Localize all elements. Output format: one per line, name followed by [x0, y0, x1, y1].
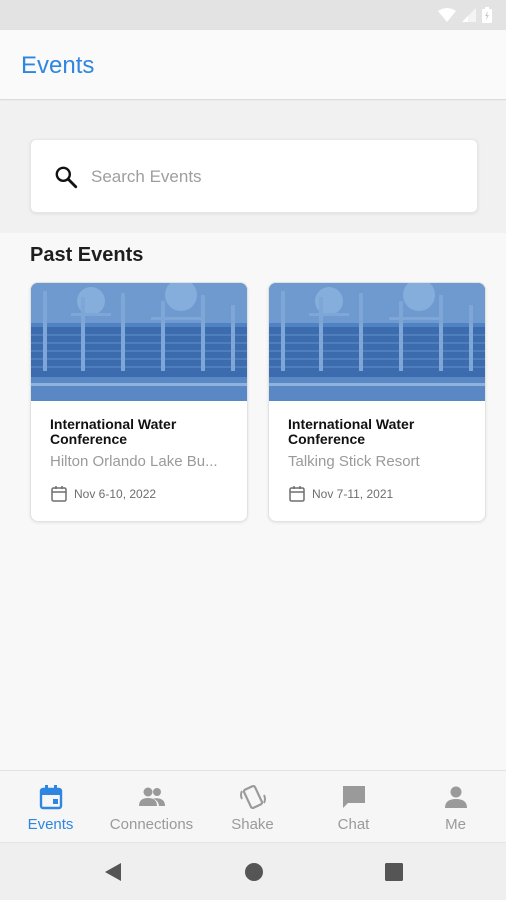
- tab-shake[interactable]: Shake: [202, 771, 303, 843]
- bottom-navigation: Events Connections Shake Chat Me: [0, 770, 506, 842]
- page-title: Events: [21, 52, 95, 79]
- calendar-icon: [289, 486, 305, 502]
- status-bar: [0, 0, 506, 30]
- tab-connections[interactable]: Connections: [101, 771, 202, 843]
- status-icons: [438, 7, 492, 23]
- search-box[interactable]: [30, 139, 478, 213]
- battery-icon: [482, 7, 492, 23]
- tab-label: Me: [445, 816, 466, 833]
- tab-events[interactable]: Events: [0, 771, 101, 843]
- event-image: [269, 283, 485, 401]
- tab-label: Events: [27, 816, 74, 833]
- event-date-row: Nov 6-10, 2022: [50, 485, 156, 503]
- back-icon[interactable]: [103, 862, 123, 882]
- people-icon: [139, 787, 165, 806]
- search-icon: [55, 166, 78, 189]
- event-date-row: Nov 7-11, 2021: [288, 485, 393, 503]
- section-title-past-events: Past Events: [30, 244, 144, 266]
- calendar-icon: [51, 486, 67, 502]
- signal-icon: [462, 8, 476, 22]
- event-title: International Water Conference: [288, 416, 415, 447]
- tab-label: Connections: [109, 816, 194, 833]
- home-icon[interactable]: [244, 862, 264, 882]
- event-venue: Talking Stick Resort: [288, 453, 420, 470]
- event-card[interactable]: International Water Conference Hilton Or…: [30, 282, 248, 522]
- chat-bubble-icon: [343, 786, 365, 808]
- event-image: [31, 283, 247, 401]
- event-date: Nov 6-10, 2022: [74, 487, 157, 501]
- system-navigation-bar: [0, 842, 506, 900]
- calendar-icon: [39, 785, 63, 810]
- app-bar: Events: [0, 30, 506, 100]
- event-date: Nov 7-11, 2021: [312, 487, 394, 501]
- wifi-icon: [438, 8, 456, 22]
- recents-icon[interactable]: [384, 862, 404, 882]
- search-section: [0, 101, 506, 233]
- tab-label: Shake: [231, 816, 274, 833]
- event-card[interactable]: International Water Conference Talking S…: [268, 282, 486, 522]
- person-icon: [445, 786, 467, 808]
- tab-me[interactable]: Me: [405, 771, 506, 843]
- search-input[interactable]: [91, 160, 451, 194]
- event-title: International Water Conference: [50, 416, 177, 447]
- tab-label: Chat: [337, 816, 370, 833]
- tab-chat[interactable]: Chat: [303, 771, 404, 843]
- shake-phone-icon: [240, 784, 266, 810]
- event-venue: Hilton Orlando Lake Bu...: [50, 453, 218, 470]
